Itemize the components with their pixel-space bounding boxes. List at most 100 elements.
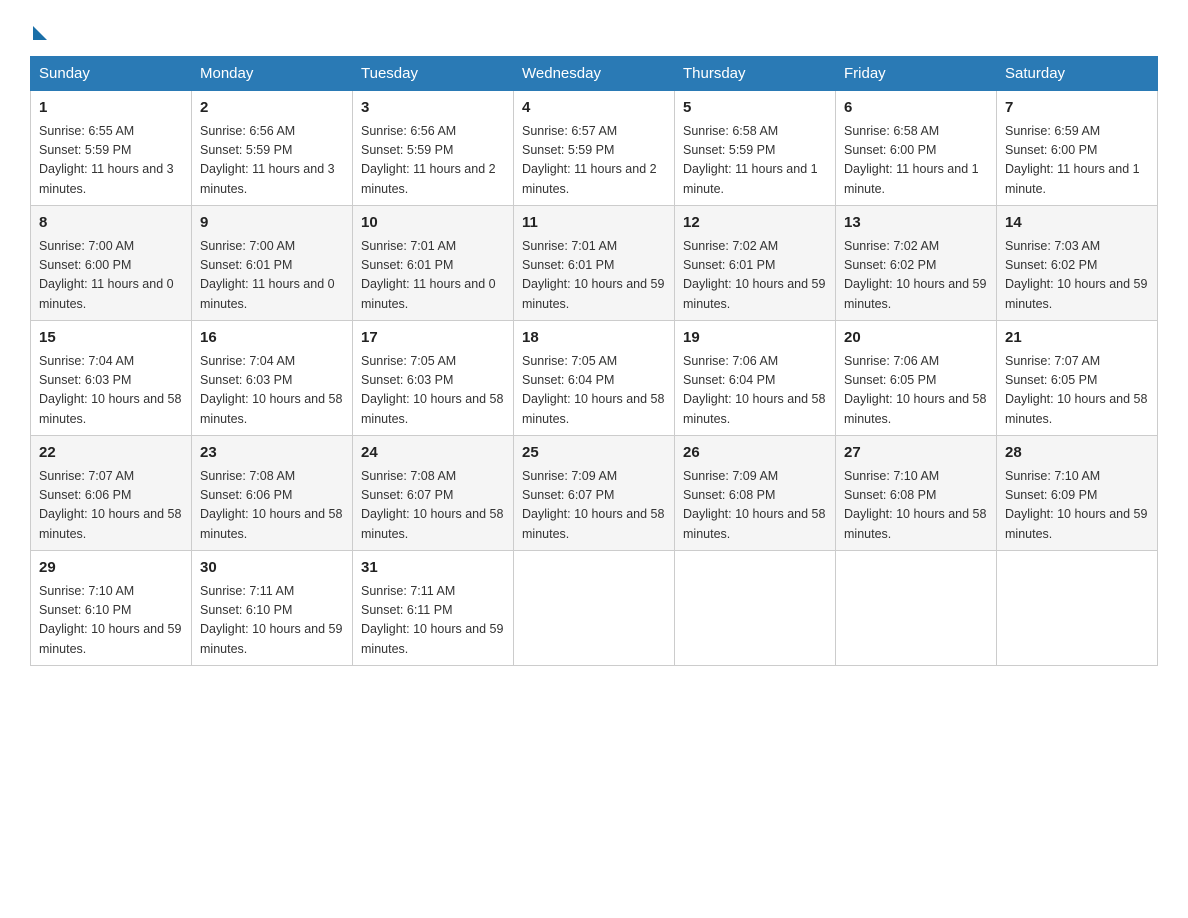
week-row-5: 29Sunrise: 7:10 AMSunset: 6:10 PMDayligh… — [31, 551, 1158, 666]
day-info: Sunrise: 7:11 AMSunset: 6:10 PMDaylight:… — [200, 582, 344, 660]
calendar-cell: 31Sunrise: 7:11 AMSunset: 6:11 PMDayligh… — [353, 551, 514, 666]
day-number: 22 — [39, 442, 183, 465]
calendar-cell — [836, 551, 997, 666]
day-info: Sunrise: 7:03 AMSunset: 6:02 PMDaylight:… — [1005, 237, 1149, 315]
day-info: Sunrise: 6:56 AMSunset: 5:59 PMDaylight:… — [361, 122, 505, 200]
calendar-cell: 27Sunrise: 7:10 AMSunset: 6:08 PMDayligh… — [836, 436, 997, 551]
calendar-cell: 3Sunrise: 6:56 AMSunset: 5:59 PMDaylight… — [353, 91, 514, 206]
column-header-friday: Friday — [836, 57, 997, 91]
day-number: 13 — [844, 212, 988, 235]
day-number: 23 — [200, 442, 344, 465]
page-header — [30, 20, 1158, 40]
day-info: Sunrise: 7:07 AMSunset: 6:05 PMDaylight:… — [1005, 352, 1149, 430]
day-number: 24 — [361, 442, 505, 465]
day-number: 15 — [39, 327, 183, 350]
calendar-cell: 14Sunrise: 7:03 AMSunset: 6:02 PMDayligh… — [997, 206, 1158, 321]
day-number: 3 — [361, 97, 505, 120]
calendar-cell: 18Sunrise: 7:05 AMSunset: 6:04 PMDayligh… — [514, 321, 675, 436]
day-number: 11 — [522, 212, 666, 235]
column-header-thursday: Thursday — [675, 57, 836, 91]
day-info: Sunrise: 7:11 AMSunset: 6:11 PMDaylight:… — [361, 582, 505, 660]
day-number: 18 — [522, 327, 666, 350]
calendar-cell: 21Sunrise: 7:07 AMSunset: 6:05 PMDayligh… — [997, 321, 1158, 436]
day-info: Sunrise: 6:57 AMSunset: 5:59 PMDaylight:… — [522, 122, 666, 200]
day-info: Sunrise: 7:10 AMSunset: 6:08 PMDaylight:… — [844, 467, 988, 545]
day-number: 27 — [844, 442, 988, 465]
day-number: 29 — [39, 557, 183, 580]
calendar-cell: 12Sunrise: 7:02 AMSunset: 6:01 PMDayligh… — [675, 206, 836, 321]
calendar-cell: 13Sunrise: 7:02 AMSunset: 6:02 PMDayligh… — [836, 206, 997, 321]
day-info: Sunrise: 7:09 AMSunset: 6:07 PMDaylight:… — [522, 467, 666, 545]
day-number: 31 — [361, 557, 505, 580]
day-number: 1 — [39, 97, 183, 120]
day-number: 26 — [683, 442, 827, 465]
column-header-monday: Monday — [192, 57, 353, 91]
calendar-cell — [675, 551, 836, 666]
day-info: Sunrise: 7:01 AMSunset: 6:01 PMDaylight:… — [361, 237, 505, 315]
day-info: Sunrise: 7:05 AMSunset: 6:03 PMDaylight:… — [361, 352, 505, 430]
day-info: Sunrise: 7:07 AMSunset: 6:06 PMDaylight:… — [39, 467, 183, 545]
calendar-cell: 7Sunrise: 6:59 AMSunset: 6:00 PMDaylight… — [997, 91, 1158, 206]
day-info: Sunrise: 7:04 AMSunset: 6:03 PMDaylight:… — [39, 352, 183, 430]
calendar-cell: 2Sunrise: 6:56 AMSunset: 5:59 PMDaylight… — [192, 91, 353, 206]
day-info: Sunrise: 7:04 AMSunset: 6:03 PMDaylight:… — [200, 352, 344, 430]
day-number: 4 — [522, 97, 666, 120]
column-header-sunday: Sunday — [31, 57, 192, 91]
day-number: 7 — [1005, 97, 1149, 120]
day-number: 5 — [683, 97, 827, 120]
calendar-cell: 15Sunrise: 7:04 AMSunset: 6:03 PMDayligh… — [31, 321, 192, 436]
week-row-3: 15Sunrise: 7:04 AMSunset: 6:03 PMDayligh… — [31, 321, 1158, 436]
day-info: Sunrise: 7:06 AMSunset: 6:05 PMDaylight:… — [844, 352, 988, 430]
column-header-saturday: Saturday — [997, 57, 1158, 91]
day-info: Sunrise: 7:08 AMSunset: 6:07 PMDaylight:… — [361, 467, 505, 545]
calendar-cell: 22Sunrise: 7:07 AMSunset: 6:06 PMDayligh… — [31, 436, 192, 551]
day-number: 16 — [200, 327, 344, 350]
calendar-cell: 1Sunrise: 6:55 AMSunset: 5:59 PMDaylight… — [31, 91, 192, 206]
day-number: 28 — [1005, 442, 1149, 465]
day-number: 8 — [39, 212, 183, 235]
calendar-table: SundayMondayTuesdayWednesdayThursdayFrid… — [30, 56, 1158, 666]
day-info: Sunrise: 6:56 AMSunset: 5:59 PMDaylight:… — [200, 122, 344, 200]
calendar-cell: 17Sunrise: 7:05 AMSunset: 6:03 PMDayligh… — [353, 321, 514, 436]
day-number: 14 — [1005, 212, 1149, 235]
calendar-cell: 5Sunrise: 6:58 AMSunset: 5:59 PMDaylight… — [675, 91, 836, 206]
day-number: 12 — [683, 212, 827, 235]
day-info: Sunrise: 7:02 AMSunset: 6:01 PMDaylight:… — [683, 237, 827, 315]
day-number: 30 — [200, 557, 344, 580]
calendar-cell: 9Sunrise: 7:00 AMSunset: 6:01 PMDaylight… — [192, 206, 353, 321]
calendar-cell: 19Sunrise: 7:06 AMSunset: 6:04 PMDayligh… — [675, 321, 836, 436]
calendar-cell: 20Sunrise: 7:06 AMSunset: 6:05 PMDayligh… — [836, 321, 997, 436]
calendar-cell: 8Sunrise: 7:00 AMSunset: 6:00 PMDaylight… — [31, 206, 192, 321]
day-info: Sunrise: 7:08 AMSunset: 6:06 PMDaylight:… — [200, 467, 344, 545]
calendar-cell — [997, 551, 1158, 666]
day-info: Sunrise: 7:01 AMSunset: 6:01 PMDaylight:… — [522, 237, 666, 315]
day-info: Sunrise: 7:00 AMSunset: 6:00 PMDaylight:… — [39, 237, 183, 315]
day-number: 17 — [361, 327, 505, 350]
calendar-cell: 10Sunrise: 7:01 AMSunset: 6:01 PMDayligh… — [353, 206, 514, 321]
day-number: 19 — [683, 327, 827, 350]
day-info: Sunrise: 7:09 AMSunset: 6:08 PMDaylight:… — [683, 467, 827, 545]
calendar-cell: 25Sunrise: 7:09 AMSunset: 6:07 PMDayligh… — [514, 436, 675, 551]
calendar-cell: 28Sunrise: 7:10 AMSunset: 6:09 PMDayligh… — [997, 436, 1158, 551]
calendar-cell: 16Sunrise: 7:04 AMSunset: 6:03 PMDayligh… — [192, 321, 353, 436]
day-number: 20 — [844, 327, 988, 350]
calendar-cell: 29Sunrise: 7:10 AMSunset: 6:10 PMDayligh… — [31, 551, 192, 666]
logo — [30, 20, 47, 40]
calendar-cell: 30Sunrise: 7:11 AMSunset: 6:10 PMDayligh… — [192, 551, 353, 666]
calendar-cell — [514, 551, 675, 666]
column-headers-row: SundayMondayTuesdayWednesdayThursdayFrid… — [31, 57, 1158, 91]
day-info: Sunrise: 7:05 AMSunset: 6:04 PMDaylight:… — [522, 352, 666, 430]
day-info: Sunrise: 7:10 AMSunset: 6:10 PMDaylight:… — [39, 582, 183, 660]
calendar-cell: 24Sunrise: 7:08 AMSunset: 6:07 PMDayligh… — [353, 436, 514, 551]
week-row-2: 8Sunrise: 7:00 AMSunset: 6:00 PMDaylight… — [31, 206, 1158, 321]
column-header-wednesday: Wednesday — [514, 57, 675, 91]
day-info: Sunrise: 7:02 AMSunset: 6:02 PMDaylight:… — [844, 237, 988, 315]
calendar-cell: 11Sunrise: 7:01 AMSunset: 6:01 PMDayligh… — [514, 206, 675, 321]
week-row-4: 22Sunrise: 7:07 AMSunset: 6:06 PMDayligh… — [31, 436, 1158, 551]
day-number: 6 — [844, 97, 988, 120]
week-row-1: 1Sunrise: 6:55 AMSunset: 5:59 PMDaylight… — [31, 91, 1158, 206]
day-number: 21 — [1005, 327, 1149, 350]
day-number: 9 — [200, 212, 344, 235]
day-info: Sunrise: 7:10 AMSunset: 6:09 PMDaylight:… — [1005, 467, 1149, 545]
day-info: Sunrise: 6:55 AMSunset: 5:59 PMDaylight:… — [39, 122, 183, 200]
